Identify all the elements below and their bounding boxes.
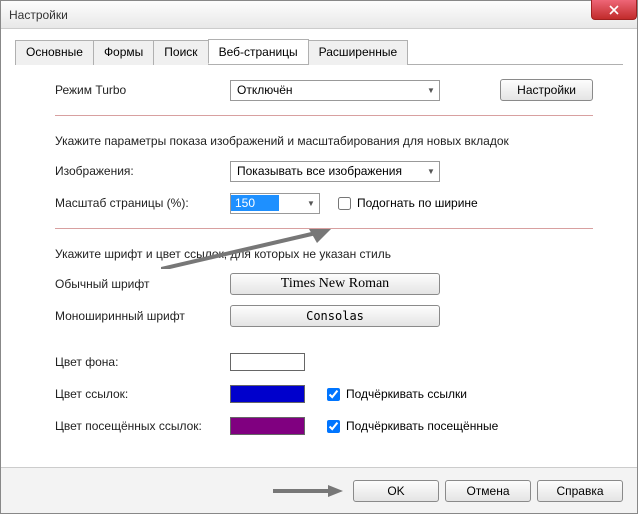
chevron-down-icon: ▼ [423, 86, 439, 95]
turbo-value: Отключён [237, 83, 293, 97]
scale-value: 150 [231, 195, 279, 211]
help-button[interactable]: Справка [537, 480, 623, 502]
titlebar: Настройки [1, 1, 637, 29]
mono-font-label: Моноширинный шрифт [55, 309, 230, 323]
underline-visited-checkbox[interactable]: Подчёркивать посещённые [327, 419, 498, 433]
window-title: Настройки [5, 8, 68, 22]
normal-font-label: Обычный шрифт [55, 277, 230, 291]
fonts-intro: Укажите шрифт и цвет ссылок, для которых… [55, 247, 593, 261]
tab-webpages[interactable]: Веб-страницы [208, 39, 309, 64]
close-button[interactable] [591, 0, 637, 20]
chevron-down-icon: ▼ [303, 199, 319, 208]
visited-color-label: Цвет посещённых ссылок: [55, 419, 230, 433]
images-label: Изображения: [55, 164, 230, 178]
underline-links-label: Подчёркивать ссылки [346, 387, 467, 401]
scale-label: Масштаб страницы (%): [55, 196, 230, 210]
underline-visited-label: Подчёркивать посещённые [346, 419, 498, 433]
link-color-swatch[interactable] [230, 385, 305, 403]
annotation-arrow-icon [273, 484, 343, 498]
mono-font-button[interactable]: Consolas [230, 305, 440, 327]
chevron-down-icon: ▼ [423, 167, 439, 176]
bg-color-swatch[interactable] [230, 353, 305, 371]
tab-bar: Основные Формы Поиск Веб-страницы Расшир… [15, 39, 623, 65]
tab-advanced[interactable]: Расширенные [308, 40, 409, 65]
fit-width-input[interactable] [338, 197, 351, 210]
scale-combo[interactable]: 150 ▼ [230, 193, 320, 214]
fit-width-label: Подогнать по ширине [357, 196, 478, 210]
link-color-label: Цвет ссылок: [55, 387, 230, 401]
fit-width-checkbox[interactable]: Подогнать по ширине [338, 196, 478, 210]
tab-general[interactable]: Основные [15, 40, 94, 65]
cancel-button[interactable]: Отмена [445, 480, 531, 502]
underline-links-checkbox[interactable]: Подчёркивать ссылки [327, 387, 467, 401]
visited-color-swatch[interactable] [230, 417, 305, 435]
turbo-combo[interactable]: Отключён ▼ [230, 80, 440, 101]
separator [55, 228, 593, 229]
tab-search[interactable]: Поиск [153, 40, 208, 65]
bg-color-label: Цвет фона: [55, 355, 230, 369]
underline-visited-input[interactable] [327, 420, 340, 433]
underline-links-input[interactable] [327, 388, 340, 401]
ok-button[interactable]: OK [353, 480, 439, 502]
images-value: Показывать все изображения [237, 164, 402, 178]
images-intro: Укажите параметры показа изображений и м… [55, 134, 593, 148]
dialog-footer: OK Отмена Справка [1, 467, 637, 513]
images-combo[interactable]: Показывать все изображения ▼ [230, 161, 440, 182]
turbo-settings-button[interactable]: Настройки [500, 79, 593, 101]
normal-font-button[interactable]: Times New Roman [230, 273, 440, 295]
turbo-label: Режим Turbo [55, 83, 230, 97]
tab-forms[interactable]: Формы [93, 40, 154, 65]
separator [55, 115, 593, 116]
